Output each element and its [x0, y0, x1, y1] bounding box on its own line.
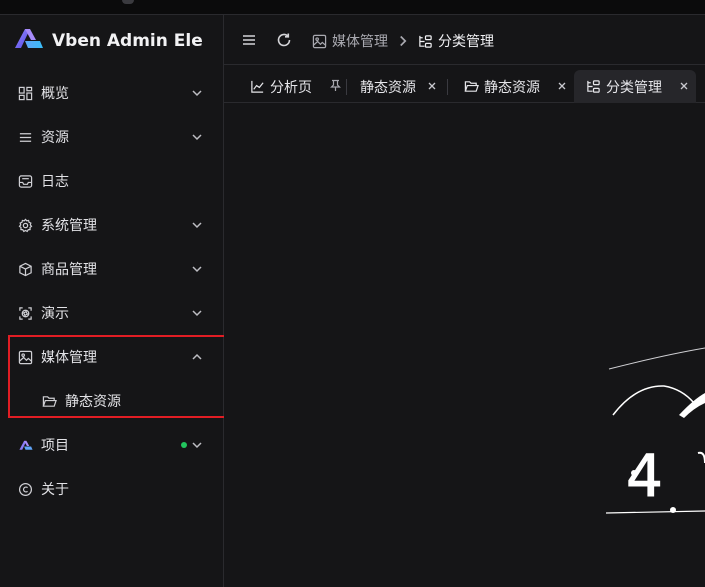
folder-open-icon — [464, 81, 479, 92]
tab-label: 静态资源 — [360, 79, 416, 96]
app-logo[interactable]: Vben Admin Ele — [12, 27, 203, 55]
aperture-icon — [17, 305, 33, 321]
chevron-up-icon — [190, 350, 204, 364]
chevron-right-icon — [394, 32, 407, 48]
illustration-digit: 4 — [626, 442, 663, 510]
close-icon[interactable] — [678, 80, 690, 92]
tab-analysis[interactable]: 分析页 — [238, 70, 348, 103]
sidebar-item-demos[interactable]: 演示 — [8, 293, 216, 333]
dashboard-icon — [17, 85, 33, 101]
chevron-down-icon — [190, 86, 204, 100]
chart-icon — [251, 80, 264, 93]
breadcrumb-item-category[interactable]: 分类管理 — [418, 31, 494, 51]
chevron-down-icon — [190, 262, 204, 276]
sidebar-item-system[interactable]: 系统管理 — [8, 205, 216, 245]
copyright-icon — [17, 481, 33, 497]
sidebar: Vben Admin Ele 概览 资源 日志 系统管理 商品管理 演示 媒体管… — [0, 15, 224, 587]
app-title: Vben Admin Ele — [52, 31, 203, 51]
sidebar-item-label: 项目 — [41, 438, 69, 454]
tab-category-management[interactable]: 分类管理 — [574, 70, 696, 103]
sidebar-item-label: 关于 — [41, 482, 69, 498]
pin-icon[interactable] — [329, 79, 342, 92]
chevron-down-icon — [190, 306, 204, 320]
sidebar-item-label: 概览 — [41, 86, 69, 102]
list-icon — [17, 129, 33, 145]
chevron-down-icon — [190, 130, 204, 144]
sidebar-subitem-static-resources[interactable]: 静态资源 — [8, 381, 216, 421]
tab-label: 分析页 — [270, 79, 312, 96]
vben-logo-icon — [17, 437, 33, 453]
sidebar-item-label: 系统管理 — [41, 218, 97, 234]
sidebar-item-resources[interactable]: 资源 — [8, 117, 216, 157]
sidebar-item-label: 资源 — [41, 130, 69, 146]
image-icon — [17, 349, 33, 365]
category-icon — [419, 34, 432, 48]
tab-static-resources-1[interactable]: 静态资源 — [348, 70, 444, 103]
sidebar-item-label: 静态资源 — [65, 394, 121, 410]
sidebar-item-label: 媒体管理 — [41, 350, 97, 366]
sidebar-item-logs[interactable]: 日志 — [8, 161, 216, 201]
vben-logo-icon — [12, 26, 44, 56]
sidebar-item-media[interactable]: 媒体管理 — [8, 337, 216, 377]
box-icon — [17, 261, 33, 277]
window-control-knob — [122, 0, 134, 4]
close-icon[interactable] — [426, 80, 438, 92]
breadcrumb-item-media[interactable]: 媒体管理 — [312, 31, 388, 51]
close-icon[interactable] — [556, 80, 568, 92]
tab-label: 静态资源 — [484, 79, 540, 96]
sidebar-item-products[interactable]: 商品管理 — [8, 249, 216, 289]
status-dot — [181, 442, 187, 448]
breadcrumb-label: 媒体管理 — [332, 34, 388, 50]
tab-separator — [346, 79, 347, 95]
main-content: 4 — [224, 103, 705, 587]
chevron-down-icon — [190, 218, 204, 232]
tab-label: 分类管理 — [606, 79, 662, 96]
sidebar-item-about[interactable]: 关于 — [8, 469, 216, 509]
sidebar-item-label: 日志 — [41, 174, 69, 190]
sidebar-item-label: 商品管理 — [41, 262, 97, 278]
menu-toggle-icon[interactable] — [240, 31, 258, 49]
window-top-strip — [0, 0, 705, 15]
gear-icon — [17, 217, 33, 233]
sidebar-item-overview[interactable]: 概览 — [8, 73, 216, 113]
category-icon — [587, 80, 600, 93]
breadcrumb-label: 分类管理 — [438, 34, 494, 50]
image-icon — [312, 34, 327, 48]
tab-separator — [447, 79, 448, 95]
sidebar-item-label: 演示 — [41, 306, 69, 322]
tab-static-resources-2[interactable]: 静态资源 — [452, 70, 574, 103]
sidebar-item-projects[interactable]: 项目 — [8, 425, 216, 465]
refresh-icon[interactable] — [275, 31, 293, 49]
folder-open-icon — [41, 393, 57, 409]
top-header: 媒体管理 分类管理 — [224, 15, 705, 65]
inbox-icon — [17, 173, 33, 189]
chevron-down-icon — [190, 438, 204, 452]
tab-bar: 分析页 静态资源 静态资源 分类管理 — [224, 66, 705, 103]
not-found-illustration: 4 — [605, 347, 705, 514]
